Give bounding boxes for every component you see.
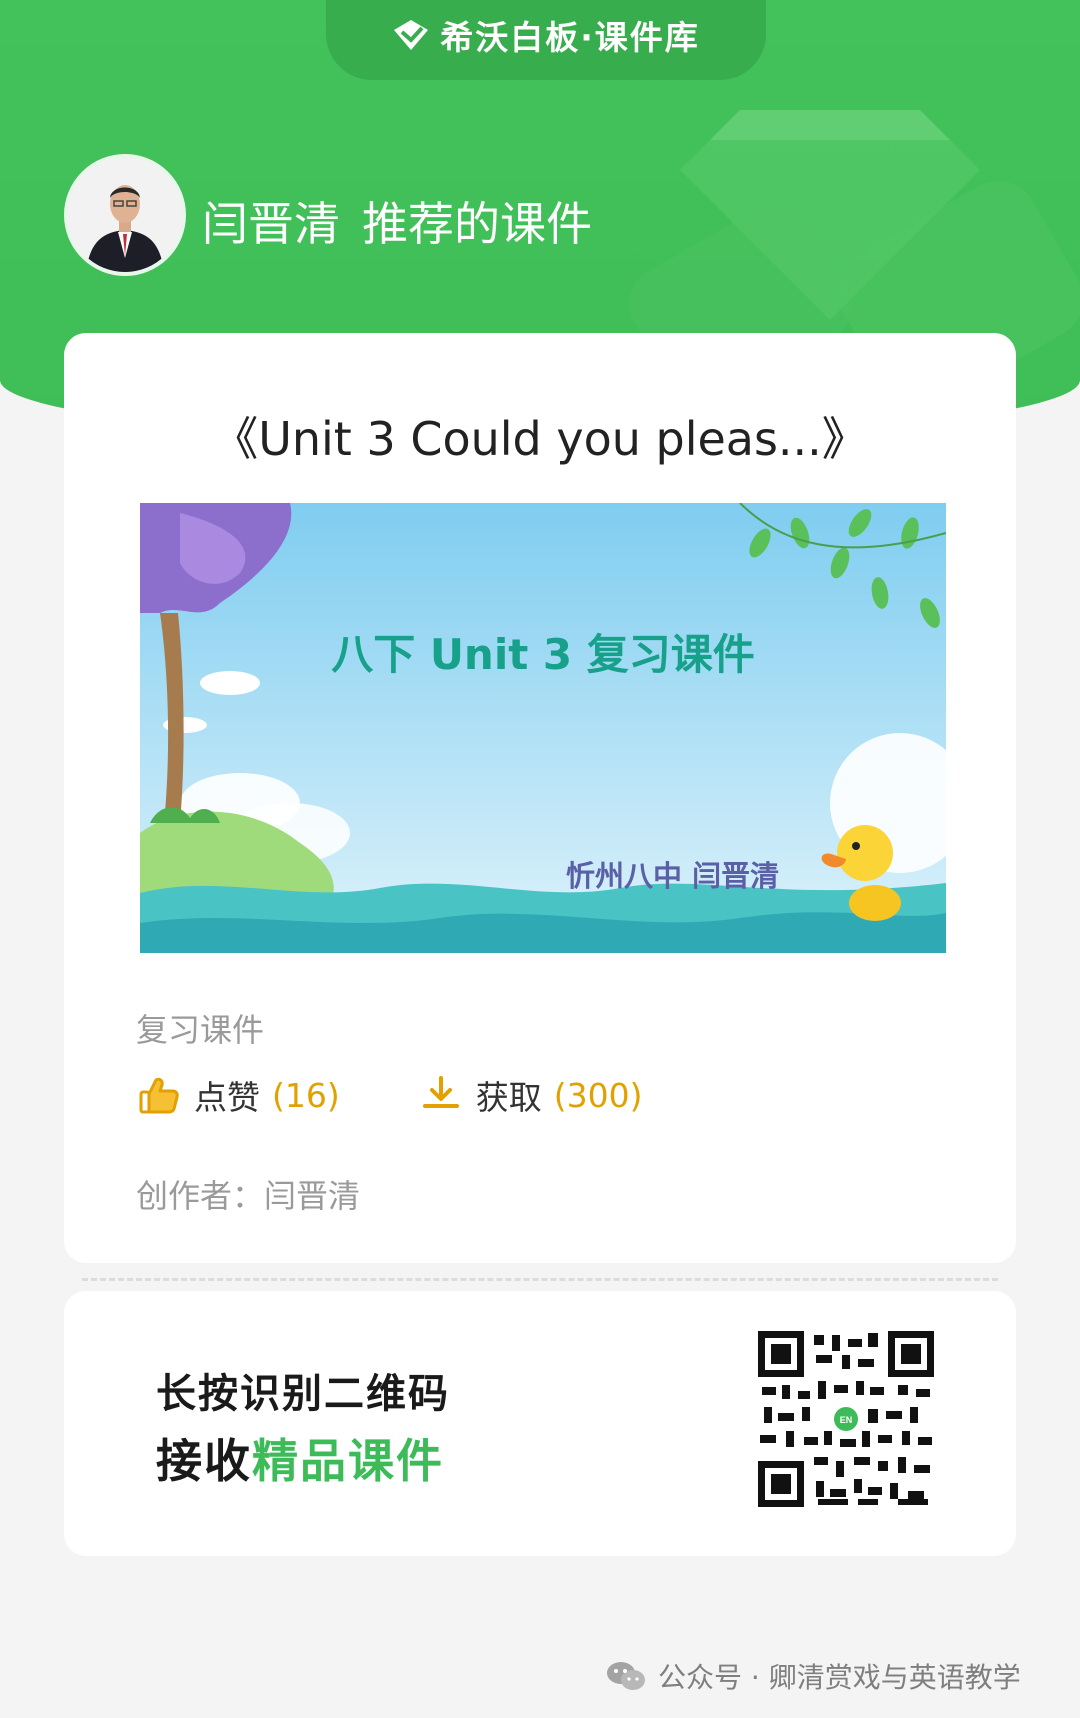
dashed-divider xyxy=(82,1278,998,1281)
qr-instruction: 长按识别二维码 xyxy=(156,1371,450,1417)
recommender-heading: 闫晋清 推荐的课件 xyxy=(202,188,592,254)
get-label: 获取 xyxy=(475,1078,542,1117)
qr-tagline: 接收精品课件 xyxy=(156,1425,444,1491)
recommender-name: 闫晋清 xyxy=(202,197,340,251)
avatar xyxy=(64,154,186,276)
qr-tagline-highlight: 精品课件 xyxy=(252,1434,444,1488)
creator-line: 创作者：闫晋清 xyxy=(136,1177,361,1215)
cover-author: 忻州八中 闫晋清 xyxy=(566,859,780,893)
brand-tab: 希沃白板·课件库 xyxy=(326,0,766,80)
footer-attribution: 公众号 · 卿清赏戏与英语教学 xyxy=(606,1656,1021,1696)
qr-code-icon[interactable]: EN xyxy=(758,1331,934,1507)
like-button[interactable]: 点赞 (16) xyxy=(138,1071,340,1119)
person-avatar-icon xyxy=(68,158,182,272)
course-cover-image[interactable]: 八下 Unit 3 复习课件 忻州八中 闫晋清 xyxy=(140,503,946,953)
brand-title: 希沃白板·课件库 xyxy=(440,18,700,57)
like-count: (16) xyxy=(272,1075,340,1115)
diamond-decoration xyxy=(629,110,1080,380)
course-title: 《Unit 3 Could you pleas...》 xyxy=(212,412,868,466)
course-stats: 点赞 (16) 获取 (300) xyxy=(138,1071,723,1119)
course-category: 复习课件 xyxy=(136,1011,265,1049)
download-icon xyxy=(422,1076,459,1108)
cover-title: 八下 Unit 3 复习课件 xyxy=(331,630,755,679)
cover-illustration xyxy=(140,503,946,953)
wechat-icon xyxy=(607,1662,645,1690)
svg-text:EN: EN xyxy=(840,1415,853,1425)
get-button[interactable]: 获取 (300) xyxy=(420,1071,643,1119)
get-count: (300) xyxy=(553,1075,643,1115)
seewo-logo-icon xyxy=(394,20,429,50)
qr-tagline-prefix: 接收 xyxy=(156,1434,252,1488)
footer-text: 公众号 · 卿清赏戏与英语教学 xyxy=(658,1661,1021,1694)
qr-card[interactable]: 长按识别二维码 接收精品课件 EN xyxy=(64,1291,1016,1556)
recommender-suffix: 推荐的课件 xyxy=(362,197,592,251)
course-card[interactable]: 《Unit 3 Could you pleas...》 八下 Unit 3 复习… xyxy=(64,333,1016,1263)
like-label: 点赞 xyxy=(194,1078,260,1117)
thumbs-up-icon xyxy=(139,1077,179,1114)
